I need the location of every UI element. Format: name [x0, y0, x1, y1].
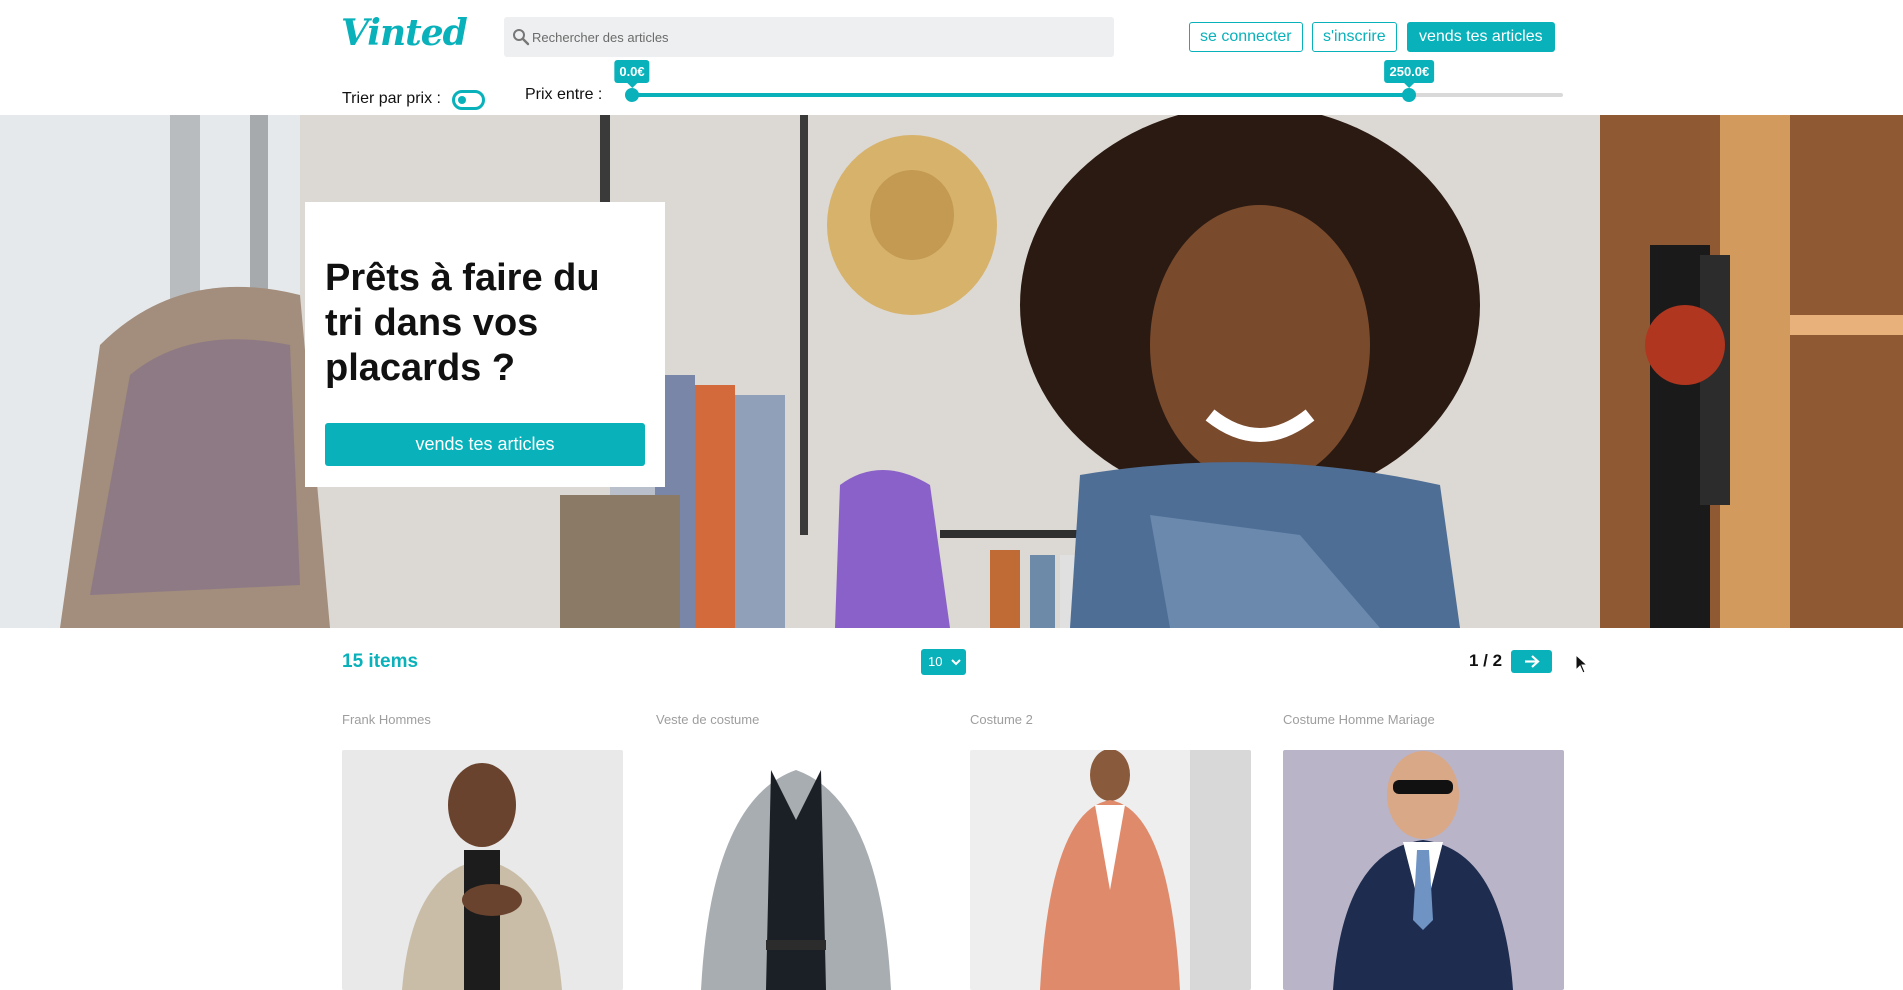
price-max-handle[interactable] — [1402, 88, 1417, 102]
product-name: Costume 2 — [970, 712, 1033, 727]
product-image[interactable] — [656, 750, 937, 990]
hero-sell-items-button[interactable]: vends tes articles — [325, 423, 645, 466]
toggle-knob — [458, 96, 466, 104]
arrow-right-icon — [1525, 655, 1540, 668]
sort-by-price-label: Trier par prix : — [342, 90, 441, 107]
page-indicator: 1 / 2 — [1469, 651, 1503, 670]
top-header: Vinted se connecter s'inscrire vends tes… — [0, 0, 1903, 115]
login-button[interactable]: se connecter — [1189, 22, 1303, 52]
product-name: Frank Hommes — [342, 712, 431, 727]
vinted-logo[interactable]: Vinted — [341, 12, 468, 54]
product-name: Costume Homme Mariage — [1283, 712, 1435, 727]
sort-by-price-toggle[interactable] — [452, 90, 485, 110]
hero-banner: Prêts à faire du tri dans vos placards ?… — [0, 115, 1903, 628]
items-per-page-select[interactable]: 10 — [921, 649, 966, 675]
signup-button[interactable]: s'inscrire — [1312, 22, 1397, 52]
price-min-handle[interactable] — [625, 88, 639, 102]
product-image[interactable] — [1283, 750, 1564, 990]
sell-items-button[interactable]: vends tes articles — [1407, 22, 1555, 52]
product-card[interactable]: Costume 2 — [970, 712, 1251, 990]
product-image[interactable] — [970, 750, 1251, 990]
mouse-cursor-icon — [1575, 654, 1589, 674]
items-per-page-value: 10 — [928, 654, 943, 669]
next-page-button[interactable] — [1511, 650, 1552, 673]
items-count: 15 items — [342, 651, 419, 672]
price-max-value: 250.0€ — [1384, 60, 1435, 88]
price-min-value: 0.0€ — [614, 60, 650, 88]
hero-title: Prêts à faire du tri dans vos placards ? — [325, 257, 600, 389]
price-range-label: Prix entre : — [525, 86, 603, 103]
search-icon — [513, 29, 530, 46]
product-card[interactable]: Costume Homme Mariage — [1283, 712, 1564, 990]
product-image[interactable] — [342, 750, 623, 990]
hero-photo — [0, 115, 1903, 628]
chevron-down-icon — [951, 659, 961, 666]
search-input[interactable] — [532, 17, 1102, 57]
price-range-fill — [632, 93, 1410, 97]
product-card[interactable]: Frank Hommes — [342, 712, 623, 990]
search-bar[interactable] — [504, 17, 1114, 57]
product-name: Veste de costume — [656, 712, 760, 727]
hero-card: Prêts à faire du tri dans vos placards ?… — [305, 202, 665, 487]
product-card[interactable]: Veste de costume — [656, 712, 937, 990]
